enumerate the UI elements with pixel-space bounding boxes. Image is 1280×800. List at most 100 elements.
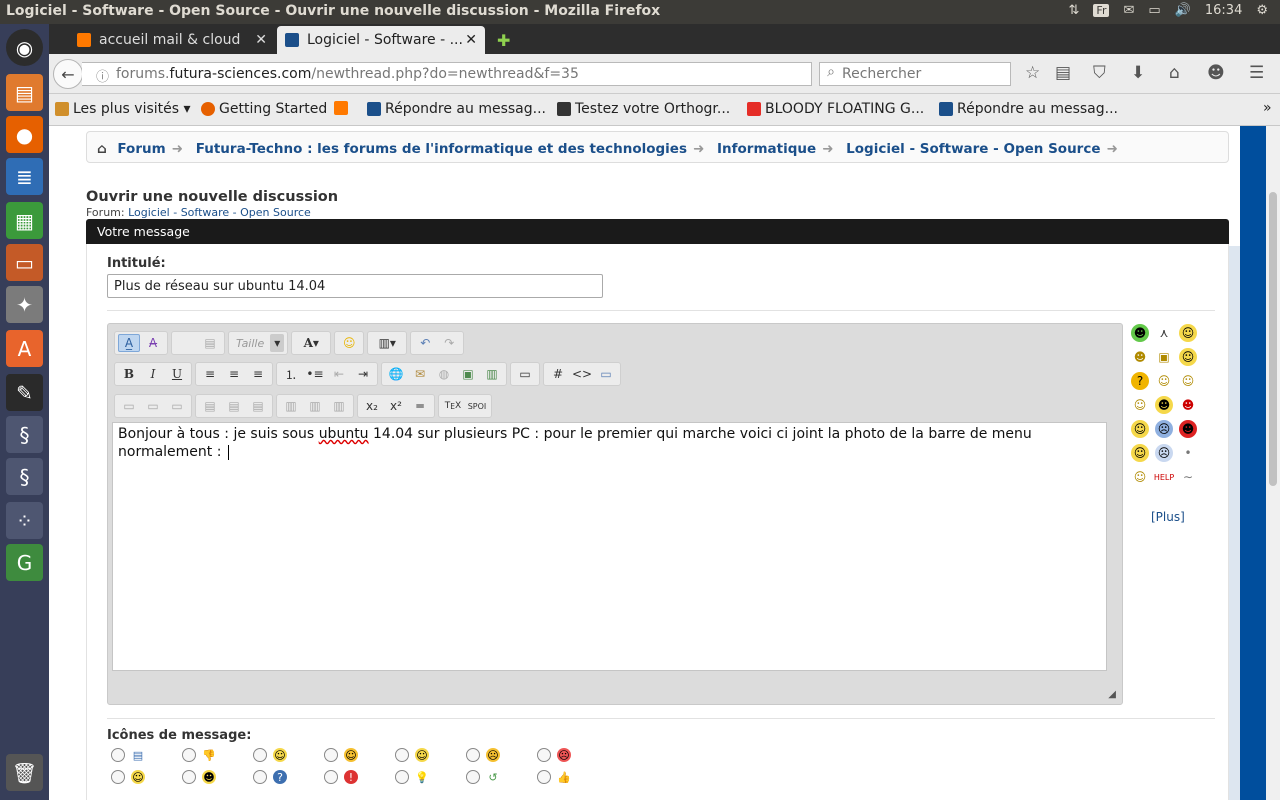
table-edit-icon[interactable]: ▭ [142,397,164,415]
icon-option-smile-2[interactable]: ☺ [111,770,145,784]
radio-button[interactable] [537,770,551,784]
italic-icon[interactable]: I [142,365,164,383]
sleeping-icon[interactable]: ∼ [1179,468,1197,486]
volume-icon[interactable]: 🔊 [1175,3,1191,18]
col-delete-icon[interactable]: ▥ [328,397,350,415]
page-scrollbar[interactable] [1266,126,1280,800]
computer-smiley-icon[interactable]: ▣ [1155,348,1173,366]
cold-icon[interactable]: ☹ [1155,420,1173,438]
trash-icon[interactable]: 🗑 [6,754,43,791]
app-icon-1[interactable]: § [6,416,43,453]
icon-option-document[interactable]: ▤ [111,748,145,762]
download-icon[interactable]: ⬇ [1131,63,1145,83]
icon-option-cool[interactable]: ☻ [182,770,216,784]
files-icon[interactable]: ▤ [6,74,43,111]
question-icon[interactable]: ? [1131,372,1149,390]
forum-link[interactable]: Logiciel - Software - Open Source [128,206,311,219]
col-insert-right-icon[interactable]: ▥ [304,397,326,415]
php-code-icon[interactable]: ▭ [595,365,617,383]
quote-icon[interactable]: ▭ [514,365,536,383]
breadcrumb-logiciel[interactable]: Logiciel - Software - Open Source [846,141,1100,157]
redo-icon[interactable]: ↷ [438,334,460,352]
horizontal-rule-icon[interactable]: ═ [409,397,431,415]
outdent-icon[interactable]: ⇤ [328,365,350,383]
table-delete-icon[interactable]: ▭ [166,397,188,415]
resize-grip-icon[interactable]: ◢ [1108,689,1116,700]
calc-icon[interactable]: ▦ [6,202,43,239]
small-smile-icon[interactable]: ☺ [1131,396,1149,414]
radio-button[interactable] [466,770,480,784]
radio-button[interactable] [182,770,196,784]
icon-option-thumbs-down[interactable]: 👎 [182,748,216,762]
tab-forum[interactable]: Logiciel - Software - ... ✕ [277,26,485,54]
icon-option-thumbs-up[interactable]: 👍 [537,770,571,784]
bookmark-orange[interactable] [334,101,352,115]
row-insert-below-icon[interactable]: ▤ [223,397,245,415]
writer-icon[interactable]: ≣ [6,158,43,195]
devil-icon[interactable]: ☻ [1179,420,1197,438]
lightbulb-smiley-icon[interactable]: ☺ [1131,468,1149,486]
wysiwyg-toggle-icon[interactable]: A̲ [118,334,140,352]
html-code-icon[interactable]: <> [571,365,593,383]
icon-option-idea[interactable]: 💡 [395,770,429,784]
font-size-select[interactable]: Taille [232,334,268,352]
paste-icon[interactable]: ▤ [199,334,221,352]
radio-button[interactable] [395,748,409,762]
big-grin-icon[interactable]: ☻ [1155,396,1173,414]
scrollbar-thumb[interactable] [1269,192,1277,486]
grin-green-icon[interactable]: ☻ [1131,324,1149,342]
paint-icon[interactable]: ✎ [6,374,43,411]
paste-special-icon[interactable]: ▥▾ [371,334,403,352]
crying-icon[interactable]: ☹ [1155,444,1173,462]
unlink-icon[interactable]: ◍ [433,365,455,383]
mail-icon[interactable]: ✉ [1123,3,1134,18]
email-link-icon[interactable]: ✉ [409,365,431,383]
breadcrumb-informatique[interactable]: Informatique [717,141,816,157]
chat-icon[interactable]: ☻ [1207,63,1225,83]
impress-icon[interactable]: ▭ [6,244,43,281]
code-hash-icon[interactable]: # [547,365,569,383]
app-icon-2[interactable]: § [6,458,43,495]
subscript-icon[interactable]: x₂ [361,397,383,415]
align-left-icon[interactable]: ≡ [199,365,221,383]
table-insert-icon[interactable]: ▭ [118,397,140,415]
superscript-icon[interactable]: x² [385,397,407,415]
title-input[interactable] [107,274,603,298]
bookmark-star-icon[interactable]: ☆ [1025,63,1040,83]
radio-button[interactable] [253,770,267,784]
align-center-icon[interactable]: ≡ [223,365,245,383]
bookmark-youtube[interactable]: BLOODY FLOATING G... [747,101,924,117]
info-icon[interactable]: ⓘ [96,66,109,85]
indent-icon[interactable]: ⇥ [352,365,374,383]
bookmark-orthographe[interactable]: Testez votre Orthogr... [557,101,730,117]
dash-home-icon[interactable]: ◉ [6,29,43,66]
row-delete-icon[interactable]: ▤ [247,397,269,415]
menu-icon[interactable]: ☰ [1249,63,1264,83]
align-right-icon[interactable]: ≡ [247,365,269,383]
more-smilies-link[interactable]: [Plus] [1151,510,1185,524]
bookmark-most-visited[interactable]: Les plus visités ▾ [55,101,191,117]
keyboard-layout-indicator[interactable]: Fr [1093,4,1110,17]
surprised-icon[interactable]: ☺ [1179,348,1197,366]
url-bar[interactable]: ⓘ forums.futura-sciences.com/newthread.p… [82,62,841,86]
tex-icon[interactable]: TEX [442,397,464,415]
workspace-switcher-icon[interactable]: ⁘ [6,502,43,539]
tiny-smiley-icon[interactable]: • [1179,444,1197,462]
close-tab-icon[interactable]: ✕ [465,32,477,48]
radio-button[interactable] [182,748,196,762]
tab-mail[interactable]: accueil mail & cloud ✕ [69,26,275,54]
stick-figure-icon[interactable]: ⋏ [1155,324,1173,342]
system-settings-icon[interactable]: ✦ [6,286,43,323]
new-tab-button[interactable]: ✚ [489,26,518,54]
reading-list-icon[interactable]: ▤ [1055,63,1071,83]
radio-button[interactable] [324,770,338,784]
icon-option-question[interactable]: ? [253,770,287,784]
icon-option-frown[interactable]: ☹ [466,748,500,762]
battery-icon[interactable]: ▭ [1148,3,1160,18]
search-bar[interactable]: ⌕ Rechercher [819,62,1011,86]
icon-option-wink[interactable]: ☺ [324,748,358,762]
help-sign-icon[interactable]: HELP [1154,468,1174,486]
message-textarea[interactable]: Bonjour à tous : je suis sous ubuntu 14.… [112,422,1107,671]
close-tab-icon[interactable]: ✕ [255,32,267,48]
gramps-icon[interactable]: G [6,544,43,581]
